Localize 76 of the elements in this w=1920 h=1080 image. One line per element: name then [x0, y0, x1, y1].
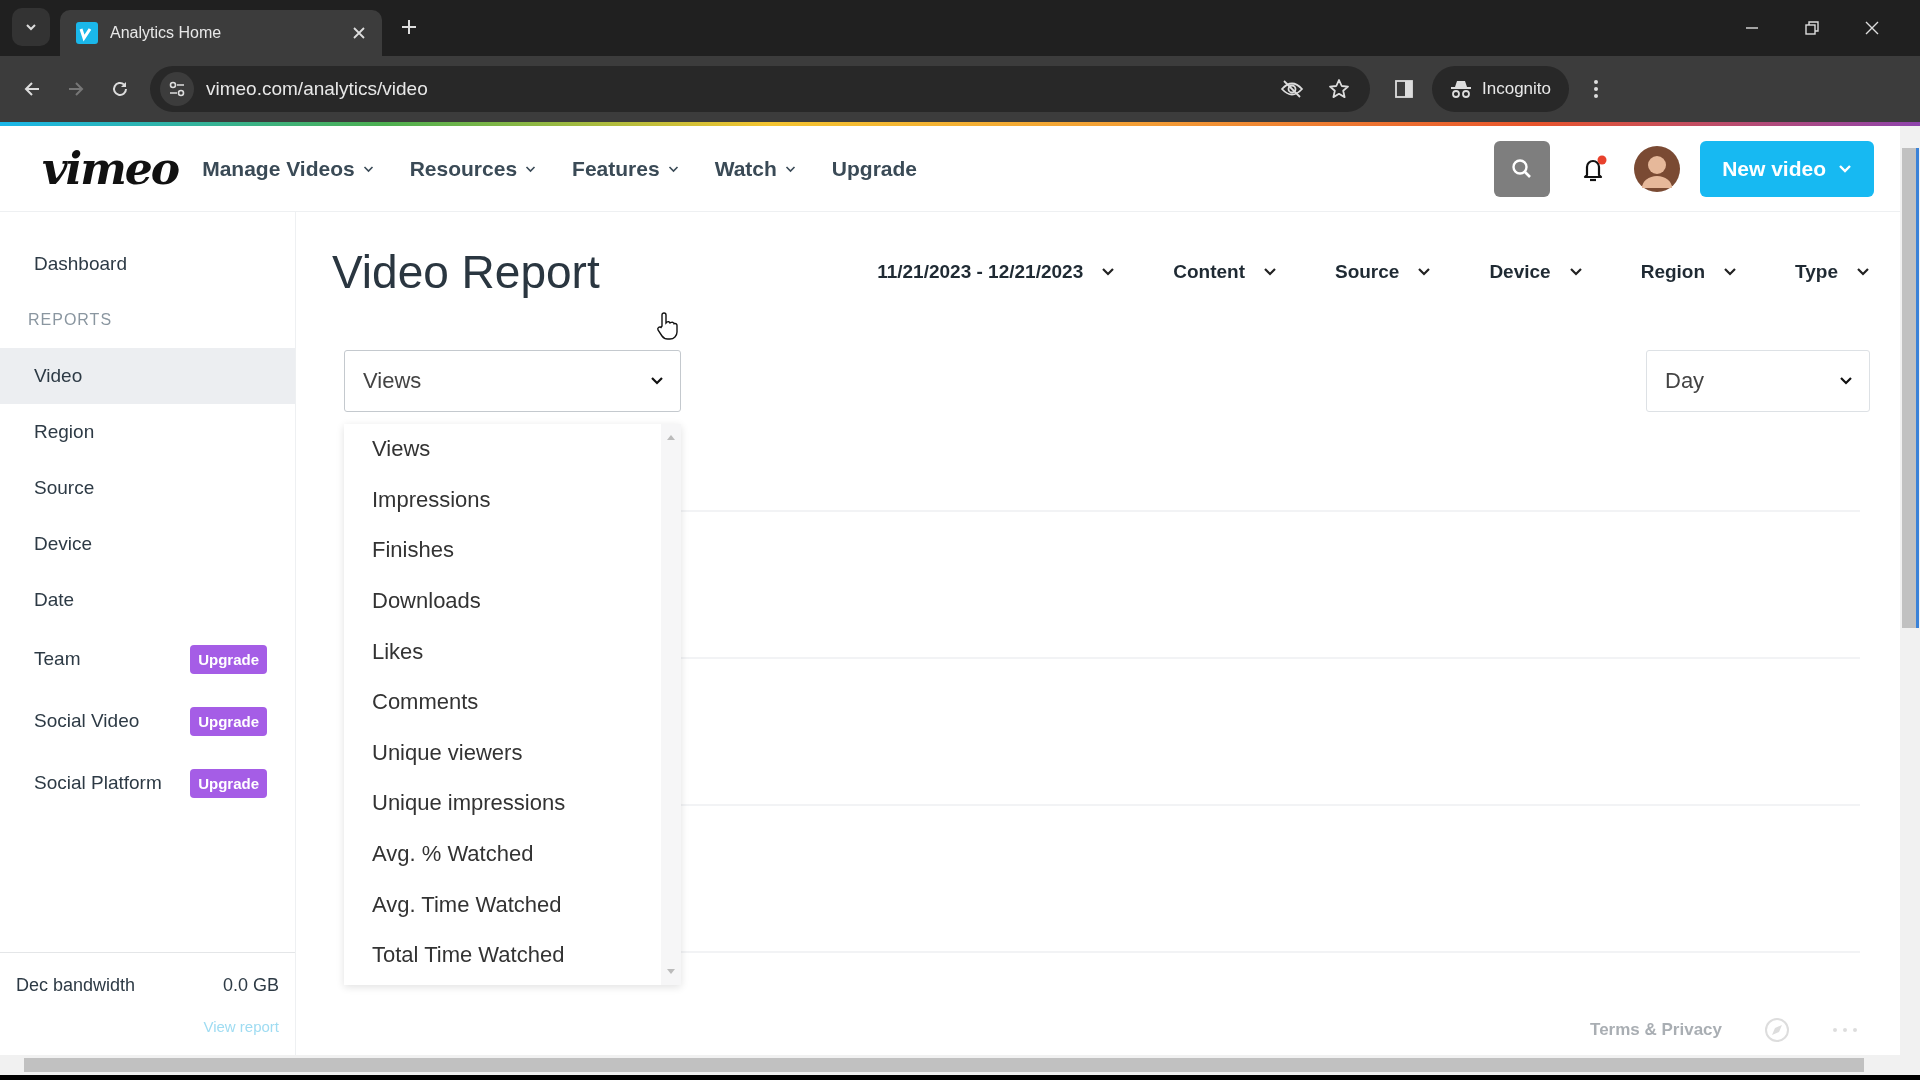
sidebar-item[interactable]: Social Platform Upgrade	[0, 752, 295, 814]
upgrade-badge[interactable]: Upgrade	[190, 644, 267, 674]
chevron-down-icon	[650, 376, 664, 386]
dropdown-option[interactable]: Likes	[344, 626, 661, 677]
caret-icon	[1838, 163, 1852, 174]
eye-slash-icon[interactable]	[1280, 79, 1304, 99]
section-heading: REPORTS	[28, 311, 113, 329]
v-logo-icon	[76, 22, 98, 44]
filter-dropdown[interactable]: 11/21/2023 - 12/21/2023	[877, 261, 1116, 283]
sidebar-item[interactable]: Team Upgrade	[0, 628, 295, 690]
chevron-down-icon	[1856, 267, 1870, 277]
dropdown-option[interactable]: Avg. % Watched	[344, 828, 661, 880]
chevron-down-icon	[1417, 267, 1432, 277]
more-icon[interactable]	[1593, 79, 1599, 99]
filter-dropdown[interactable]: Type	[1795, 261, 1870, 283]
dropdown-option[interactable]: Total Time Watched	[344, 929, 661, 981]
dropdown-option[interactable]: Avg. Time Watched	[344, 879, 661, 930]
caret-icon	[362, 164, 374, 173]
horizontal-scrollbar[interactable]	[0, 1055, 1920, 1075]
incognito-icon	[1450, 79, 1472, 99]
upgrade-badge[interactable]: Upgrade	[190, 706, 267, 736]
vertical-scrollbar[interactable]	[1900, 126, 1920, 1055]
filter-dropdown[interactable]: Region	[1640, 261, 1738, 283]
dropdown-option[interactable]: Unique impressions	[344, 778, 661, 829]
star-icon[interactable]	[1328, 78, 1350, 100]
chevron-down-icon	[1723, 267, 1738, 277]
dropdown-option[interactable]: Downloads	[344, 575, 661, 627]
avatar[interactable]	[1634, 145, 1681, 192]
dropdown-option[interactable]: Finishes	[344, 525, 661, 576]
search-button[interactable]	[1494, 140, 1551, 197]
sidebar-item[interactable]: Source	[0, 460, 295, 516]
sidebar-item[interactable]: Region	[0, 404, 295, 460]
filter-dropdown[interactable]: Source	[1334, 261, 1432, 283]
caret-icon	[784, 164, 796, 173]
chevron-down-icon	[1568, 267, 1583, 277]
bandwidth-label: Dec bandwidth	[16, 975, 136, 996]
nav-menu-item[interactable]: Manage Videos	[202, 156, 374, 181]
sidebar-item[interactable]: Dashboard	[0, 236, 295, 292]
bandwidth-value: 0.0 GB	[222, 975, 279, 996]
metric-select[interactable]: Views	[344, 350, 681, 412]
dropdown-option[interactable]: Views	[344, 424, 661, 475]
upgrade-badge[interactable]: Upgrade	[190, 768, 267, 798]
dropdown-option[interactable]: Impressions	[344, 474, 661, 526]
filter-dropdown[interactable]: Device	[1489, 261, 1583, 283]
tab-title: Analytics Home	[110, 24, 223, 42]
caret-icon	[667, 164, 679, 173]
browser-tab[interactable]: Analytics Home	[60, 10, 382, 56]
hand-cursor-icon	[656, 312, 678, 340]
nav-menu-item[interactable]: Features	[572, 156, 679, 181]
sidebar-item[interactable]: Date	[0, 572, 295, 628]
new-tab-icon[interactable]	[400, 18, 418, 36]
chevron-down-icon	[1101, 267, 1116, 277]
chevron-down-icon	[1839, 376, 1853, 386]
chevron-down-icon	[1262, 267, 1277, 277]
filter-dropdown[interactable]: Content	[1173, 261, 1277, 283]
page-title: Video Report	[332, 245, 600, 299]
sidebar-item[interactable]: Video	[0, 348, 295, 404]
nav-menu-item[interactable]: Resources	[409, 156, 537, 181]
url-text: vimeo.com/analytics/video	[206, 78, 428, 100]
close-icon[interactable]	[352, 26, 366, 40]
nav-menu-item[interactable]: Upgrade	[831, 156, 918, 181]
restore-icon[interactable]	[1804, 20, 1820, 36]
dropdown-option[interactable]: Comments	[344, 676, 661, 728]
caret-icon	[525, 164, 537, 173]
side-panel-icon[interactable]	[1394, 79, 1414, 99]
sidebar-item[interactable]: Social Video Upgrade	[0, 690, 295, 752]
vimeo-logo[interactable]: vimeo	[42, 146, 179, 191]
incognito-button[interactable]: Incognito	[1432, 66, 1569, 112]
reload-icon[interactable]	[110, 79, 130, 99]
site-settings-icon[interactable]	[160, 72, 194, 106]
close-icon[interactable]	[1864, 20, 1880, 36]
nav-menu-item[interactable]: Watch	[714, 156, 796, 181]
sidebar-item[interactable]: Device	[0, 516, 295, 572]
address-bar[interactable]: vimeo.com/analytics/video	[150, 66, 1370, 112]
dropdown-option[interactable]: Unique viewers	[344, 727, 661, 779]
interval-select[interactable]: Day	[1646, 350, 1870, 412]
